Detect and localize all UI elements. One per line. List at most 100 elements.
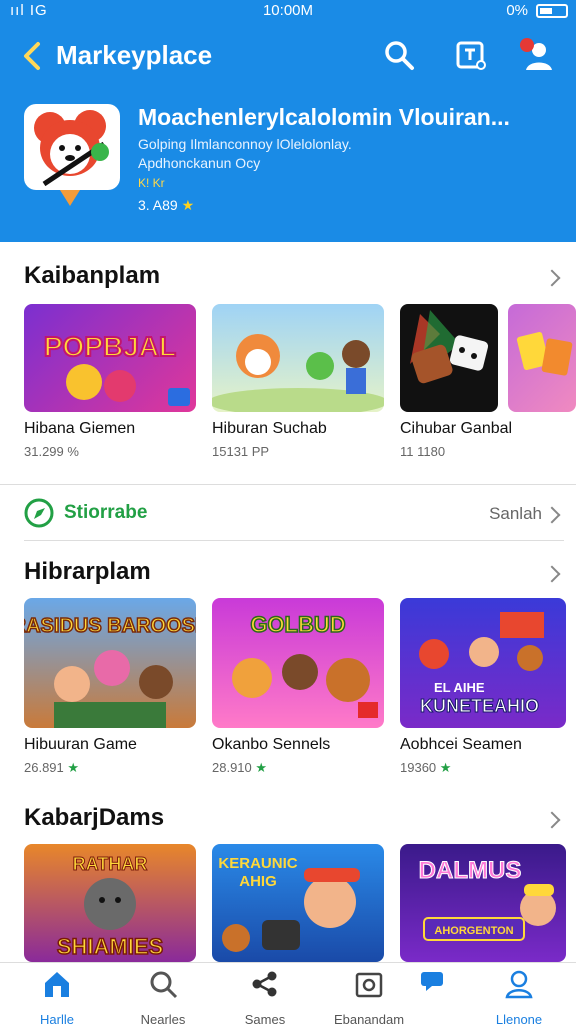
nav-tab-search[interactable]: Nearles: [108, 969, 218, 1024]
game-art-icon: GOLBUD: [232, 611, 378, 718]
edit-icon[interactable]: [454, 38, 488, 72]
game-art-icon: KERAUNIC AHIG: [218, 855, 360, 952]
section-title-1: Kaibanplam: [24, 262, 161, 289]
app-thumbnail: [508, 304, 576, 412]
chevron-right-icon[interactable]: [543, 269, 561, 287]
featured-app-subtitle: Golping Ilmlanconnoy lOlelolonlay.: [138, 136, 352, 152]
app-thumbnail: [212, 304, 384, 412]
compass-icon: [24, 498, 54, 528]
svg-text:EL AIHE: EL AIHE: [434, 680, 485, 695]
app-meta: 28.910 ★: [212, 760, 384, 776]
notification-badge: [520, 38, 534, 52]
star-icon: ★: [439, 760, 452, 775]
svg-text:GOLBUD: GOLBUD: [250, 612, 345, 637]
nav-tab-library[interactable]: Ebanandam: [314, 969, 424, 1024]
clock: 10:00M: [262, 2, 314, 19]
feature-row[interactable]: Stiorrabe Sanlah: [24, 498, 564, 532]
app-card[interactable]: POPBJAL Hibana Giemen 31.299 %: [24, 304, 196, 459]
section-divider: [0, 484, 576, 485]
app-thumbnail: GOLBUD: [212, 598, 384, 728]
bottom-navigation: Harlle Nearles Sames Ebanandam Llenone: [0, 962, 576, 1024]
chevron-right-icon[interactable]: [543, 506, 561, 524]
rating-value: 3. A89: [138, 197, 178, 213]
game-art-icon: RASIDUS BAROOSE: [24, 614, 196, 728]
svg-text:POPBJAL: POPBJAL: [44, 331, 176, 362]
nav-label: Nearles: [140, 1012, 186, 1024]
nav-label: Llenone: [495, 1012, 543, 1024]
svg-text:KUNETEAHIO: KUNETEAHIO: [420, 696, 539, 716]
section-title-3: KabarjDams: [24, 804, 165, 831]
share-icon: [252, 971, 277, 997]
app-meta: 19360 ★: [400, 760, 566, 776]
app-card[interactable]: RASIDUS BAROOSE Hibuuran Game 26.891 ★: [24, 598, 196, 776]
nav-tab-profile[interactable]: Llenone: [464, 969, 574, 1024]
app-name: Cihubar Ganbal: [400, 420, 513, 437]
nav-tab-home[interactable]: Harlle: [2, 969, 112, 1024]
featured-app-developer: Apdhonckanun Ocy: [138, 155, 261, 171]
home-icon: [45, 972, 69, 997]
app-name: Hibana Giemen: [24, 420, 136, 437]
app-header: ııl IG 10:00M 0% Markeyplace Moachenlery…: [0, 0, 576, 242]
app-meta: 31.299 %: [24, 444, 79, 459]
app-card[interactable]: KERAUNIC AHIG: [212, 844, 384, 962]
featured-app-title[interactable]: Moachenlerylcalolomin Vlouiran...: [138, 104, 510, 131]
svg-text:AHIG: AHIG: [239, 873, 277, 890]
page-title: Markeyplace: [56, 40, 213, 70]
featured-app-rating: 3. A89 ★: [138, 197, 194, 214]
back-chevron-icon[interactable]: [20, 38, 46, 74]
app-logo-icon: [34, 110, 109, 187]
star-icon: ★: [67, 760, 80, 775]
app-thumbnail: KERAUNIC AHIG: [212, 844, 384, 962]
app-thumbnail: RASIDUS BAROOSE: [24, 598, 196, 728]
cards-icon: [516, 331, 573, 376]
svg-text:SHIAMIES: SHIAMIES: [57, 934, 163, 959]
app-thumbnail: POPBJAL: [24, 304, 196, 412]
app-name: Hiburan Suchab: [212, 420, 327, 437]
app-name: Okanbo Sennels: [212, 736, 331, 753]
nav-tab-games[interactable]: Sames: [210, 969, 320, 1024]
app-card[interactable]: DALMUS AHORGENTON: [400, 844, 566, 962]
game-art-icon: POPBJAL: [43, 330, 190, 406]
app-card[interactable]: EL AIHE KUNETEAHIO Aobhcei Seamen 19360 …: [400, 598, 566, 776]
see-all-link[interactable]: Sanlah: [489, 504, 542, 524]
svg-text:AHORGENTON: AHORGENTON: [434, 925, 513, 937]
library-icon: [355, 972, 383, 998]
search-icon[interactable]: [382, 38, 416, 72]
feature-label: Stiorrabe: [64, 502, 148, 523]
dice-icon: [410, 310, 489, 384]
app-meta: 11 1180: [400, 444, 446, 459]
app-thumbnail: RATHAR SHIAMIES: [24, 844, 196, 962]
app-meta: 26.891 ★: [24, 760, 196, 776]
app-name: Hibuuran Game: [24, 736, 137, 753]
app-thumbnail: DALMUS AHORGENTON: [400, 844, 566, 962]
nav-label: Harlle: [40, 1012, 74, 1024]
game-art-icon: [212, 334, 384, 412]
profile-icon: [505, 970, 533, 999]
svg-text:KERAUNIC: KERAUNIC: [218, 855, 297, 872]
app-card[interactable]: RATHAR SHIAMIES: [24, 844, 196, 962]
app-name: Aobhcei Seamen: [400, 736, 522, 753]
app-thumbnail: EL AIHE KUNETEAHIO: [400, 598, 566, 728]
app-card[interactable]: [508, 304, 576, 412]
section-divider: [24, 540, 564, 541]
featured-app-icon[interactable]: [24, 104, 120, 190]
nav-label: Sames: [244, 1012, 286, 1024]
app-card[interactable]: GOLBUD Okanbo Sennels 28.910 ★: [212, 598, 384, 776]
app-card[interactable]: Hiburan Suchab 15131 PP: [212, 304, 384, 459]
app-rating-value: 26.891: [24, 760, 64, 775]
game-art-icon: DALMUS AHORGENTON: [418, 857, 556, 941]
battery-percent: 0%: [506, 2, 528, 19]
search-icon: [150, 971, 178, 999]
chevron-right-icon[interactable]: [543, 811, 561, 829]
app-rating-value: 28.910: [212, 760, 252, 775]
featured-app-tag: K! Kr: [138, 176, 165, 190]
svg-text:RATHAR: RATHAR: [73, 854, 148, 874]
app-rating-value: 19360: [400, 760, 437, 775]
chevron-right-icon[interactable]: [543, 565, 561, 583]
section-title-2: Hibrarplam: [24, 558, 151, 585]
top-navbar: Markeyplace: [0, 34, 576, 78]
game-art-icon: RATHAR SHIAMIES: [56, 854, 164, 960]
profile-button[interactable]: [520, 38, 556, 72]
star-icon: ★: [255, 760, 268, 775]
battery-icon: [536, 4, 568, 18]
